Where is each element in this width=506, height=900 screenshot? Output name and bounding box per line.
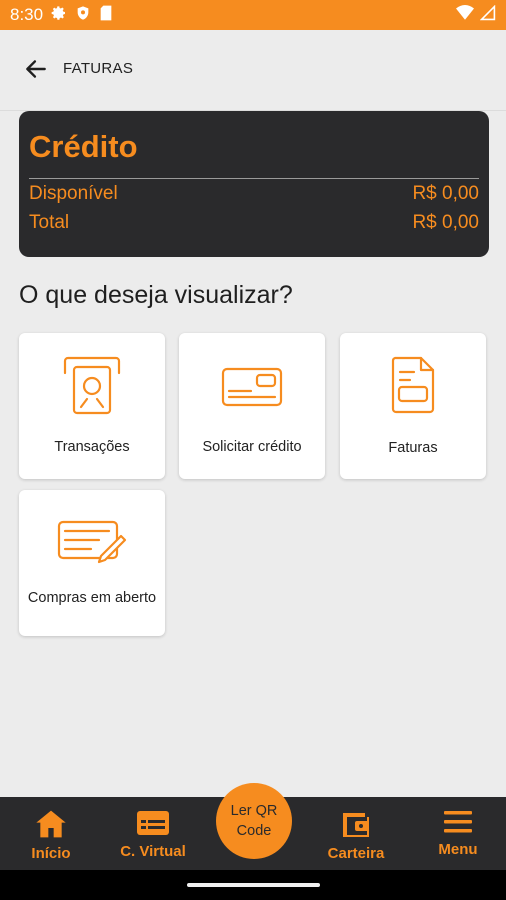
check-edit-icon <box>19 518 165 582</box>
nav-label: Carteira <box>327 845 385 862</box>
gesture-bar <box>0 870 506 900</box>
credit-row-available: Disponível R$ 0,00 <box>29 183 479 205</box>
credit-summary-card: Crédito Disponível R$ 0,00 Total R$ 0,00 <box>19 111 489 257</box>
credit-total-label: Total <box>29 212 70 233</box>
option-label: Faturas <box>388 440 438 456</box>
option-solicitar-credito[interactable]: Solicitar crédito <box>179 333 325 479</box>
option-faturas[interactable]: Faturas <box>340 333 486 479</box>
option-label: Solicitar crédito <box>202 439 302 455</box>
atm-withdraw-icon <box>19 355 165 419</box>
page-title: FATURAS <box>63 60 134 77</box>
nav-c-virtual[interactable]: C. Virtual <box>108 797 198 870</box>
credit-available-value: R$ 0,00 <box>412 183 479 204</box>
nav-menu[interactable]: Menu <box>413 797 503 870</box>
option-label: Transações <box>54 439 130 455</box>
arrow-left-icon[interactable] <box>22 55 50 83</box>
status-bar: 8:30 <box>0 0 506 30</box>
shield-icon <box>75 5 91 26</box>
nav-carteira[interactable]: Carteira <box>311 797 401 870</box>
home-icon <box>36 810 66 838</box>
option-transacoes[interactable]: Transações <box>19 333 165 479</box>
section-question: O que deseja visualizar? <box>19 281 293 309</box>
hamburger-menu-icon <box>444 811 472 833</box>
nav-label: C. Virtual <box>120 843 186 860</box>
signal-icon <box>479 4 496 26</box>
credit-card-icon <box>179 365 325 429</box>
credit-total-value: R$ 0,00 <box>412 212 479 233</box>
nav-label: Início <box>31 845 71 862</box>
app-bar: FATURAS <box>0 30 506 111</box>
status-time: 8:30 <box>10 5 44 24</box>
nav-label: Menu <box>438 841 478 858</box>
credit-title: Crédito <box>29 129 138 164</box>
credit-row-total: Total R$ 0,00 <box>29 212 479 234</box>
credit-available-label: Disponível <box>29 183 118 204</box>
credit-divider <box>29 178 479 179</box>
wallet-icon <box>343 813 369 837</box>
option-label: Compras em aberto <box>27 590 157 606</box>
invoice-document-icon <box>340 355 486 419</box>
wifi-icon <box>456 4 474 26</box>
settings-icon <box>51 5 67 26</box>
sim-card-icon <box>99 5 113 26</box>
nav-inicio[interactable]: Início <box>6 797 96 870</box>
qr-scan-button[interactable]: Ler QR Code <box>216 783 292 859</box>
option-compras-em-aberto[interactable]: Compras em aberto <box>19 490 165 636</box>
virtual-card-icon <box>137 811 169 835</box>
home-indicator[interactable] <box>187 883 320 887</box>
